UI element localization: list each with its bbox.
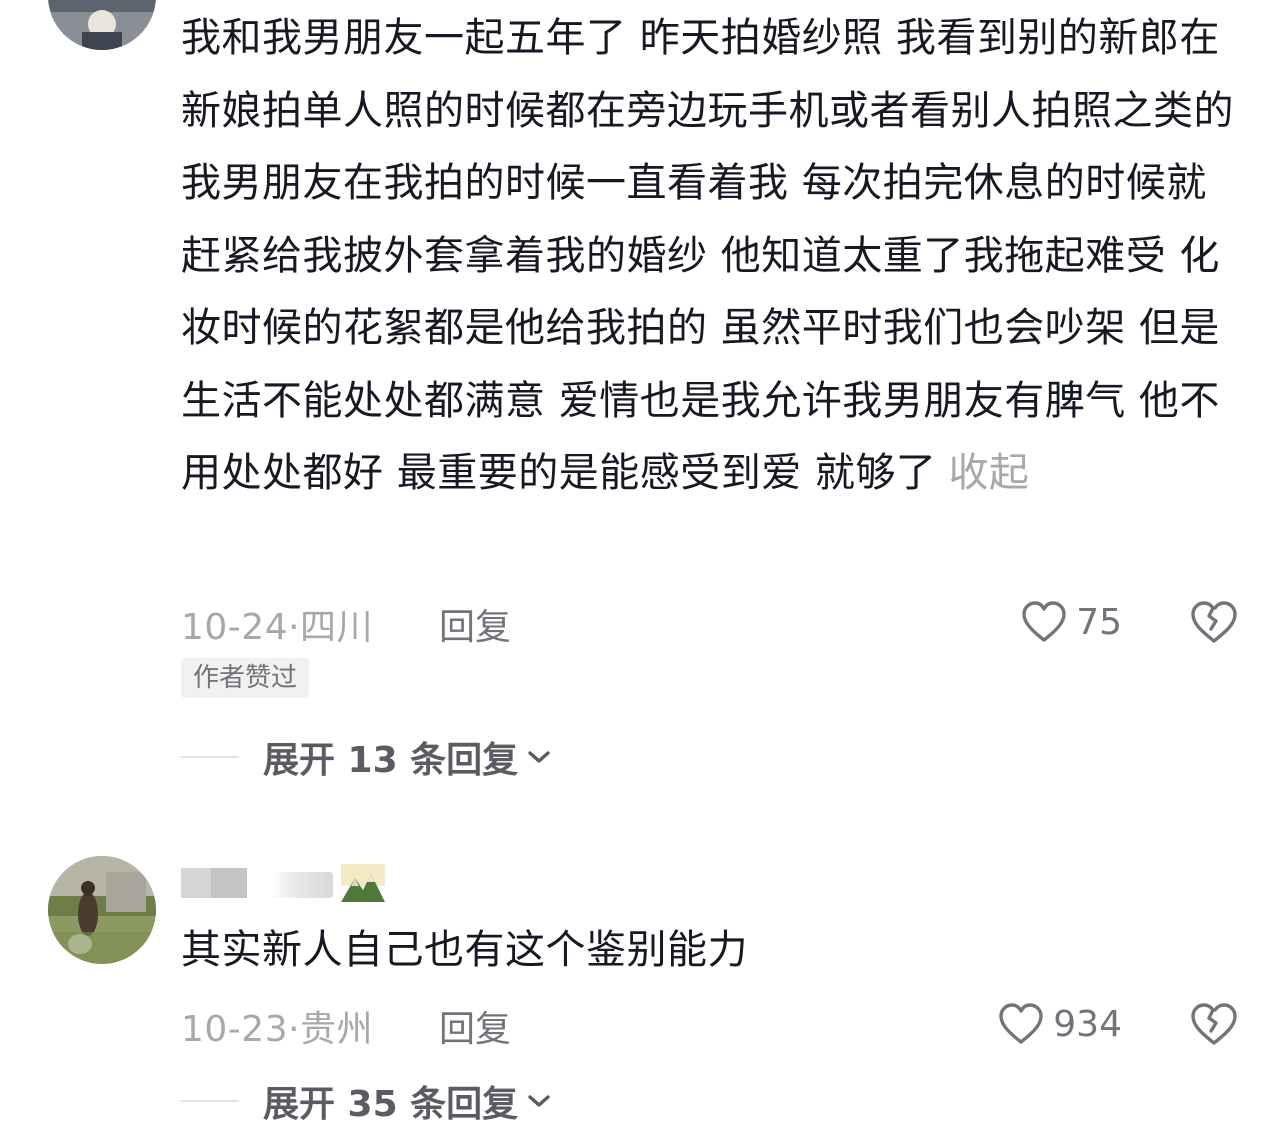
expand-replies-label: 展开 13 条回复 bbox=[263, 740, 519, 781]
reply-button[interactable]: 回复 bbox=[439, 598, 511, 650]
expand-replies-label: 展开 35 条回复 bbox=[263, 1084, 519, 1125]
comment-item: 我和我男朋友一起五年了 昨天拍婚纱照 我看到别的新郎在新娘拍单人照的时候都在旁边… bbox=[0, 0, 1264, 800]
comment-text: 其实新人自己也有这个鉴别能力 bbox=[181, 914, 1247, 987]
date-location: 10-23·贵州 bbox=[181, 1009, 374, 1050]
username-blur bbox=[271, 872, 333, 898]
like-button[interactable]: 75 bbox=[1020, 596, 1122, 648]
comment-meta: 10-23·贵州 回复 934 bbox=[181, 996, 1240, 1052]
username-blur bbox=[181, 868, 213, 898]
like-count: 934 bbox=[1053, 1003, 1122, 1045]
comment-item: 其实新人自己也有这个鉴别能力 10-23·贵州 回复 934 展开 35 条回复 bbox=[0, 850, 1264, 1125]
heart-outline-icon bbox=[1020, 600, 1068, 644]
like-button[interactable]: 934 bbox=[997, 998, 1122, 1050]
collapse-button[interactable]: 收起 bbox=[948, 450, 1029, 496]
divider bbox=[181, 1100, 239, 1102]
date-location: 10-24·四川 bbox=[181, 607, 374, 648]
chevron-down-icon bbox=[518, 747, 552, 767]
comment-body: 其实新人自己也有这个鉴别能力 bbox=[181, 927, 748, 973]
broken-heart-icon[interactable] bbox=[1188, 596, 1240, 648]
comment-text: 我和我男朋友一起五年了 昨天拍婚纱照 我看到别的新郎在新娘拍单人照的时候都在旁边… bbox=[181, 2, 1247, 510]
username[interactable] bbox=[181, 864, 441, 906]
broken-heart-icon[interactable] bbox=[1188, 998, 1240, 1050]
avatar[interactable] bbox=[48, 0, 156, 50]
divider bbox=[181, 756, 239, 758]
like-count: 75 bbox=[1076, 601, 1122, 643]
avatar[interactable] bbox=[48, 856, 156, 964]
reply-button[interactable]: 回复 bbox=[439, 1000, 511, 1052]
expand-replies-button[interactable]: 展开 35 条回复 bbox=[181, 1076, 552, 1126]
heart-outline-icon bbox=[997, 1002, 1045, 1046]
comment-body: 我和我男朋友一起五年了 昨天拍婚纱照 我看到别的新郎在新娘拍单人照的时候都在旁边… bbox=[181, 15, 1234, 496]
comment-meta: 10-24·四川 回复 75 bbox=[181, 594, 1240, 650]
chevron-down-icon bbox=[518, 1091, 552, 1111]
expand-replies-button[interactable]: 展开 13 条回复 bbox=[181, 732, 552, 782]
mountain-emoji-icon bbox=[339, 862, 387, 906]
author-liked-badge: 作者赞过 bbox=[181, 658, 310, 698]
username-blur bbox=[211, 868, 247, 898]
